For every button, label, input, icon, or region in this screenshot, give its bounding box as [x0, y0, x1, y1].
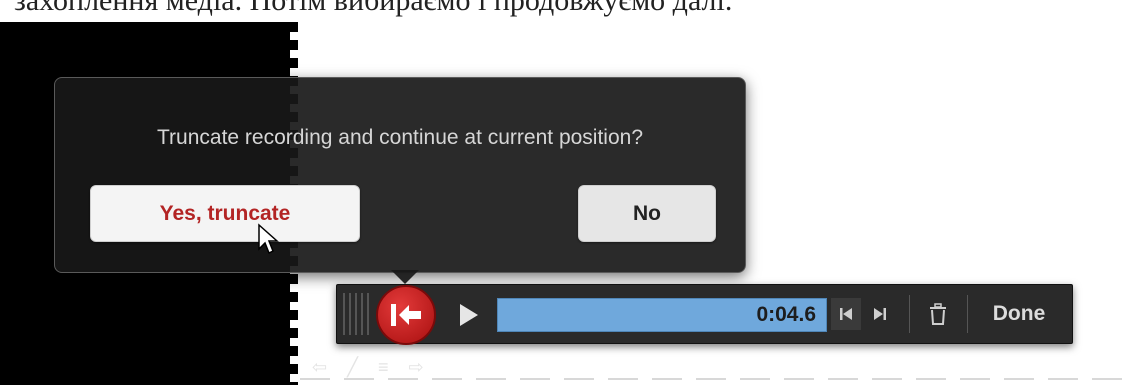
mouse-pointer-icon — [258, 223, 279, 255]
truncate-dialog: Truncate recording and continue at curre… — [54, 77, 746, 284]
delete-button[interactable] — [923, 298, 953, 330]
trash-icon — [930, 303, 946, 325]
skip-to-end-button[interactable] — [865, 298, 895, 330]
faint-pencil-icon: ╱ — [347, 356, 358, 377]
progress-bar[interactable]: 0:04.6 — [497, 298, 827, 332]
no-button[interactable]: No — [578, 185, 716, 242]
faint-footer-icons: ⇦ ╱ ≡ ⇨ — [300, 352, 1126, 382]
faint-dashed-line — [300, 378, 1126, 380]
time-readout: 0:04.6 — [756, 303, 816, 326]
yes-truncate-button[interactable]: Yes, truncate — [90, 185, 360, 242]
truncate-arrow-icon — [391, 304, 421, 326]
faint-list-icon: ≡ — [377, 356, 389, 377]
skip-to-start-icon — [840, 308, 852, 320]
faint-arrow-right-icon: ⇨ — [408, 356, 424, 377]
toolbar-divider — [909, 295, 910, 333]
play-icon[interactable] — [454, 301, 482, 329]
done-button[interactable]: Done — [979, 298, 1059, 330]
skip-to-start-button[interactable] — [831, 298, 861, 330]
skip-to-end-icon — [874, 308, 886, 320]
dialog-message: Truncate recording and continue at curre… — [156, 126, 643, 149]
dialog-pointer-arrow — [391, 270, 419, 284]
faint-arrow-left-icon: ⇦ — [312, 356, 328, 377]
recording-toolbar: 0:04.6 Done — [336, 284, 1073, 345]
drag-grip-handle[interactable] — [343, 293, 371, 335]
truncate-record-button[interactable] — [376, 285, 436, 345]
top-cutoff-text: захоплення медіа. Потім вибираємо і прод… — [14, 0, 733, 17]
toolbar-divider — [967, 295, 968, 333]
